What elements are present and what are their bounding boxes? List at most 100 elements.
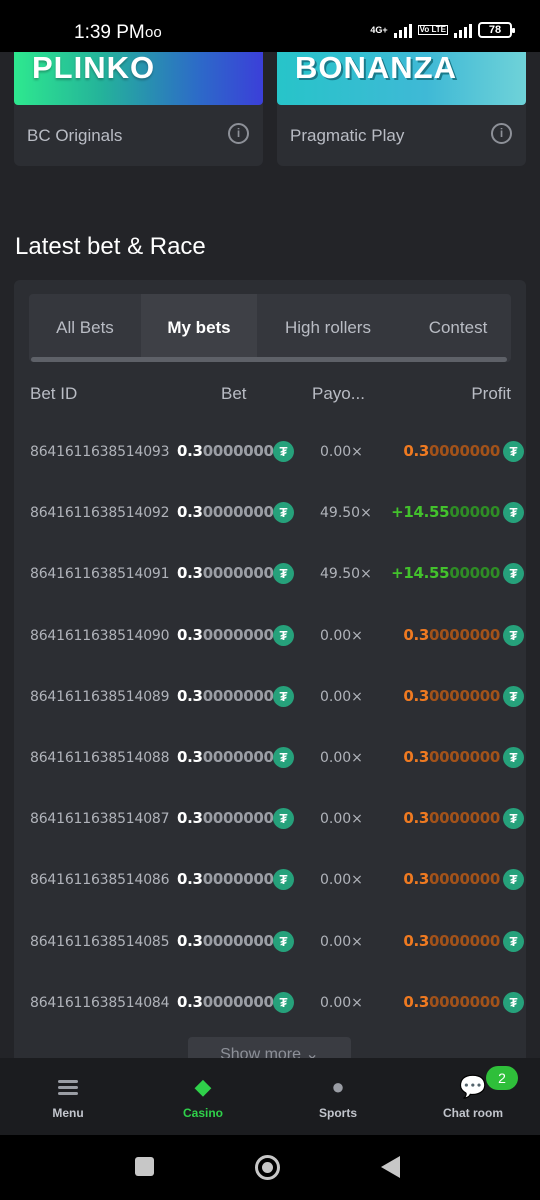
game-provider: BC Originals xyxy=(27,126,123,145)
bet-amount-main: 0.3 xyxy=(177,625,203,644)
profit-amount-rest: 0000000 xyxy=(429,748,500,766)
profit-amount-rest: 0000000 xyxy=(429,809,500,828)
chat-unread-badge: 2 xyxy=(486,1066,518,1090)
bet-amount-rest: 0000000 xyxy=(202,992,274,1011)
profit-amount: 0.30000000 xyxy=(403,687,500,705)
bets-tabs: All Bets My bets High rollers Contest xyxy=(29,294,511,362)
bet-amount-main: 0.3 xyxy=(177,442,203,460)
tether-icon: ₮ xyxy=(273,747,294,768)
column-header-profit: Profit xyxy=(471,384,511,403)
bet-id[interactable]: 8641611638514091 xyxy=(30,566,180,582)
tab-high-rollers[interactable]: High rollers xyxy=(257,294,399,360)
signal-icon xyxy=(393,22,412,38)
column-header-bet-id: Bet ID xyxy=(30,384,78,403)
profit-amount-main: 0.3 xyxy=(403,686,430,705)
table-row[interactable]: 8641611638514087 0.30000000 ₮ 0.00× 0.300000… xyxy=(14,793,526,854)
info-icon[interactable]: i xyxy=(491,123,512,144)
bet-amount-main: 0.3 xyxy=(177,931,203,950)
recents-icon[interactable] xyxy=(135,1157,154,1176)
table-row[interactable]: 8641611638514091 0.30000000 ₮ 49.50× +14.550… xyxy=(14,548,526,609)
table-row[interactable]: 8641611638514093 0.30000000 ₮ 0.00× 0.300000… xyxy=(14,426,526,487)
tab-contest[interactable]: Contest xyxy=(399,294,511,360)
volte-icon: Vo LTE xyxy=(417,25,448,35)
table-row[interactable]: 8641611638514089 0.30000000 ₮ 0.00× 0.300000… xyxy=(14,671,526,732)
info-icon[interactable]: i xyxy=(228,123,249,144)
bet-amount-rest: 0000000 xyxy=(202,686,274,705)
casino-icon: ◆ xyxy=(194,1074,212,1099)
game-provider: Pragmatic Play xyxy=(290,126,405,145)
bet-amount-main: 0.3 xyxy=(177,748,203,766)
back-icon[interactable] xyxy=(381,1156,400,1178)
profit-amount: 0.30000000 xyxy=(403,442,500,460)
profit-amount-main: 0.3 xyxy=(403,870,430,889)
game-banner-title: PLINKO xyxy=(32,52,156,85)
game-card-bonanza[interactable]: BONANZA Pragmatic Play i xyxy=(277,52,526,166)
bet-amount-main: 0.3 xyxy=(177,686,203,705)
tether-icon: ₮ xyxy=(503,747,524,768)
tether-icon: ₮ xyxy=(273,502,294,524)
bet-amount-main: 0.3 xyxy=(177,809,203,828)
bet-amount: 0.30000000 xyxy=(177,687,274,705)
bet-id[interactable]: 8641611638514085 xyxy=(30,934,180,950)
profit-amount-main: +14.55 xyxy=(391,564,450,583)
table-row[interactable]: 8641611638514086 0.30000000 ₮ 0.00× 0.300000… xyxy=(14,854,526,915)
tether-icon: ₮ xyxy=(503,991,524,1013)
bet-amount-rest: 0000000 xyxy=(202,625,274,644)
bet-amount-rest: 0000000 xyxy=(202,442,274,460)
game-banner[interactable]: BONANZA xyxy=(277,52,526,105)
profit-amount-rest: 0000000 xyxy=(429,992,500,1011)
bet-amount-main: 0.3 xyxy=(177,503,203,522)
profit-amount-main: +14.55 xyxy=(391,503,450,522)
bet-id[interactable]: 8641611638514093 xyxy=(30,444,180,460)
bet-id[interactable]: 8641611638514090 xyxy=(30,628,180,644)
bet-amount: 0.30000000 xyxy=(177,626,274,644)
show-more-button[interactable]: Show more ⌄ xyxy=(188,1037,351,1060)
bet-amount: 0.30000000 xyxy=(177,809,274,827)
profit-amount-main: 0.3 xyxy=(403,748,430,766)
bet-amount-rest: 0000000 xyxy=(202,870,274,889)
bet-id[interactable]: 8641611638514084 xyxy=(30,995,180,1011)
nav-casino[interactable]: ◆ Casino xyxy=(163,1058,243,1135)
nav-sports[interactable]: ● Sports xyxy=(298,1058,378,1135)
table-row[interactable]: 8641611638514092 0.30000000 ₮ 49.50× +14.550… xyxy=(14,487,526,548)
tether-icon: ₮ xyxy=(503,808,524,830)
system-nav-bar xyxy=(0,1135,540,1200)
tether-icon: ₮ xyxy=(503,930,524,952)
bet-amount-rest: 0000000 xyxy=(202,503,274,522)
nav-menu[interactable]: Menu xyxy=(28,1058,108,1135)
tether-icon: ₮ xyxy=(273,563,294,585)
bet-amount: 0.30000000 xyxy=(177,503,274,521)
nav-label-menu: Menu xyxy=(52,1106,84,1120)
tether-icon: ₮ xyxy=(503,563,524,585)
game-card-plinko[interactable]: PLINKO BC Originals i xyxy=(14,52,263,166)
bet-amount-rest: 0000000 xyxy=(202,931,274,950)
profit-amount-rest: 00000 xyxy=(449,564,500,583)
tabs-scrollbar[interactable] xyxy=(31,357,507,362)
bet-amount-rest: 0000000 xyxy=(202,564,274,583)
bet-id[interactable]: 8641611638514089 xyxy=(30,689,180,705)
home-icon[interactable] xyxy=(255,1155,280,1180)
payout-multiplier: 0.00× xyxy=(320,994,363,1011)
bet-id[interactable]: 8641611638514092 xyxy=(30,505,180,521)
profit-amount-rest: 00000 xyxy=(449,503,500,522)
battery-icon: 78 xyxy=(478,22,515,38)
table-row[interactable]: 8641611638514084 0.30000000 ₮ 0.00× 0.300000… xyxy=(14,977,526,1038)
tether-icon: ₮ xyxy=(503,869,524,891)
table-row[interactable]: 8641611638514090 0.30000000 ₮ 0.00× 0.300000… xyxy=(14,610,526,671)
bet-id[interactable]: 8641611638514088 xyxy=(30,750,180,766)
bet-id[interactable]: 8641611638514087 xyxy=(30,811,180,827)
game-banner[interactable]: PLINKO xyxy=(14,52,263,105)
profit-amount: +14.5500000 xyxy=(391,564,500,582)
status-time: 1:39 PM xyxy=(74,22,145,43)
table-row[interactable]: 8641611638514085 0.30000000 ₮ 0.00× 0.300000… xyxy=(14,916,526,977)
tether-icon: ₮ xyxy=(273,624,294,646)
tab-all-bets[interactable]: All Bets xyxy=(29,294,141,360)
payout-multiplier: 0.00× xyxy=(320,872,363,889)
nav-label-sports: Sports xyxy=(318,1106,357,1120)
nav-chat-room[interactable]: 💬 Chat room 2 xyxy=(428,1058,518,1135)
tab-my-bets[interactable]: My bets xyxy=(141,294,257,360)
sports-ball-icon: ● xyxy=(331,1074,345,1099)
network-type-label: 4G+ xyxy=(370,24,388,35)
bet-id[interactable]: 8641611638514086 xyxy=(30,872,180,888)
table-row[interactable]: 8641611638514088 0.30000000 ₮ 0.00× 0.300000… xyxy=(14,732,526,793)
